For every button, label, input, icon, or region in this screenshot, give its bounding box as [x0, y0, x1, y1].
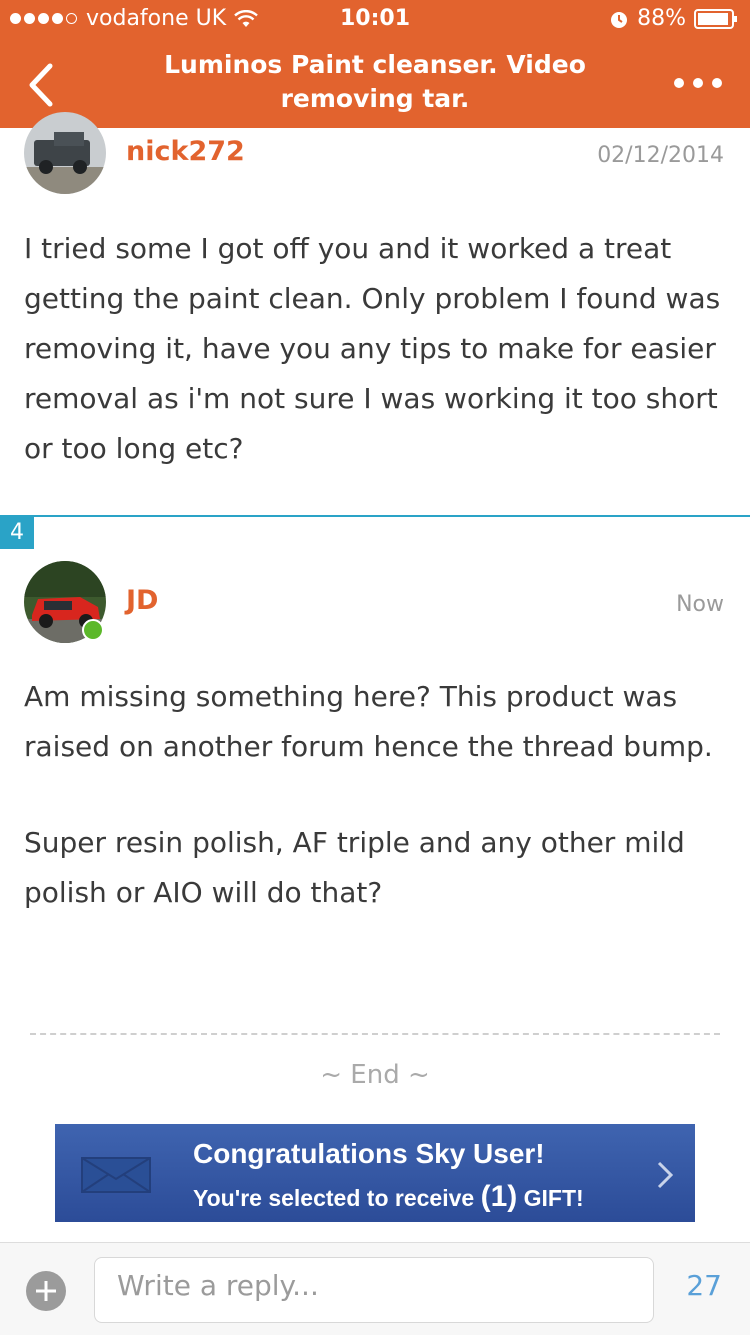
- chevron-right-icon: [657, 1161, 674, 1189]
- ad-gift-count: (1): [480, 1180, 518, 1213]
- avatar[interactable]: [24, 112, 106, 194]
- add-attachment-button[interactable]: [26, 1271, 66, 1311]
- post-paragraph: Am missing something here? This product …: [24, 680, 713, 763]
- thread-title: Luminos Paint cleanser. Video removing t…: [164, 50, 586, 113]
- status-right: 88%: [609, 6, 738, 31]
- back-arrow-icon[interactable]: [18, 60, 68, 110]
- post-paragraph: I tried some I got off you and it worked…: [24, 232, 721, 465]
- ad-banner[interactable]: Congratulations Sky User! You're selecte…: [55, 1124, 695, 1222]
- avatar-image-vehicle: [24, 112, 106, 194]
- online-status-indicator: [82, 619, 104, 641]
- end-separator: [30, 1033, 720, 1035]
- reply-input[interactable]: Write a reply...: [94, 1257, 654, 1323]
- post-date: 02/12/2014: [597, 143, 724, 168]
- ad-gift-label: GIFT!: [523, 1185, 584, 1211]
- post-username[interactable]: nick272: [126, 136, 245, 167]
- plus-icon: [36, 1281, 56, 1301]
- status-bar: vodafone UK 10:01 88%: [0, 0, 750, 40]
- thread-end-label: ~ End ~: [320, 1060, 430, 1090]
- post-date: Now: [676, 592, 724, 617]
- ad-headline: Congratulations Sky User!: [193, 1138, 545, 1169]
- battery-percentage: 88%: [637, 6, 686, 31]
- post-divider: [0, 515, 750, 517]
- alarm-clock-icon: [611, 11, 628, 28]
- reply-count[interactable]: 27: [686, 1269, 722, 1302]
- post-username[interactable]: JD: [126, 585, 158, 616]
- post-number-badge: 4: [0, 517, 34, 549]
- battery-icon: [694, 8, 737, 29]
- ad-subline: You're selected to receive (1) GIFT!: [193, 1180, 584, 1214]
- post-body: I tried some I got off you and it worked…: [24, 224, 724, 474]
- envelope-icon: [81, 1157, 151, 1193]
- more-options-icon[interactable]: [665, 78, 722, 88]
- app-header: vodafone UK 10:01 88% Luminos Paint clea…: [0, 0, 750, 128]
- ad-subline-text: You're selected to receive: [193, 1185, 475, 1211]
- reply-bar: Write a reply... 27: [0, 1242, 750, 1335]
- post-body: Am missing something here? This product …: [24, 672, 724, 918]
- post-paragraph: Super resin polish, AF triple and any ot…: [24, 826, 685, 909]
